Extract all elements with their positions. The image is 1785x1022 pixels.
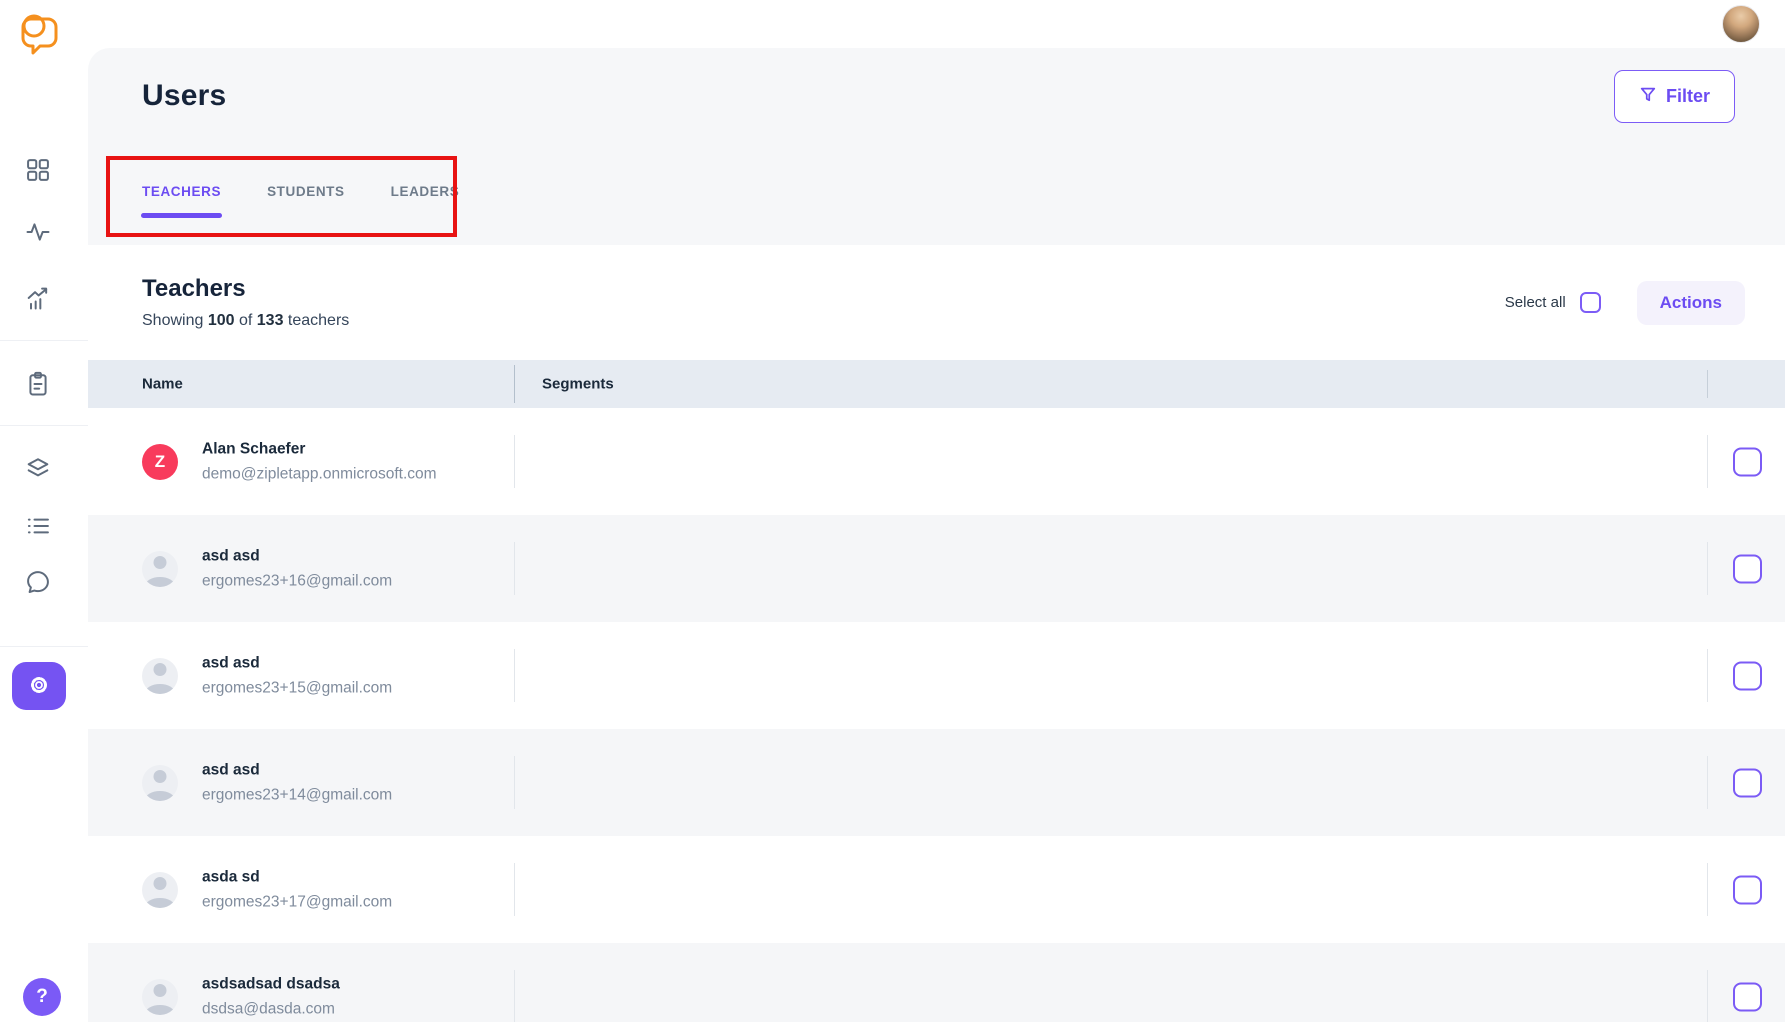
- table-row[interactable]: asd asd ergomes23+14@gmail.com: [88, 729, 1785, 836]
- table-row[interactable]: Z Alan Schaefer demo@zipletapp.onmicroso…: [88, 408, 1785, 515]
- sidebar-divider: [0, 646, 88, 647]
- cell-divider: [1707, 756, 1708, 809]
- content-area: Users Filter TEACHERS STUDENTS LEADERS: [88, 48, 1785, 1022]
- teachers-section: Teachers Showing 100 of 133 teachers Sel…: [88, 245, 1785, 1022]
- user-email: dsdsa@dasda.com: [202, 1000, 340, 1018]
- dashboard-icon[interactable]: [24, 156, 52, 184]
- page-header: Users Filter: [88, 48, 1785, 144]
- sidebar: ?: [0, 0, 88, 1022]
- question-mark-icon: ?: [36, 986, 48, 1008]
- table-row[interactable]: asd asd ergomes23+16@gmail.com: [88, 515, 1785, 622]
- user-info: asd asd ergomes23+16@gmail.com: [202, 547, 392, 590]
- filter-button[interactable]: Filter: [1614, 70, 1735, 123]
- user-email: ergomes23+14@gmail.com: [202, 786, 392, 804]
- row-checkbox[interactable]: [1733, 768, 1762, 797]
- settings-button[interactable]: [12, 662, 66, 710]
- cell-divider: [514, 756, 515, 809]
- table-row[interactable]: asda sd ergomes23+17@gmail.com: [88, 836, 1785, 943]
- cell-divider: [1707, 435, 1708, 488]
- avatar-placeholder-icon: [142, 765, 178, 801]
- user-email: ergomes23+16@gmail.com: [202, 572, 392, 590]
- avatar: Z: [142, 444, 178, 480]
- user-email: ergomes23+17@gmail.com: [202, 893, 392, 911]
- section-title: Teachers: [142, 275, 349, 303]
- cell-divider: [514, 863, 515, 916]
- showing-count-text: Showing 100 of 133 teachers: [142, 312, 349, 330]
- column-divider: [1707, 370, 1708, 398]
- app-window: ? Users Filter TEACHERS: [0, 0, 1785, 1022]
- user-email: ergomes23+15@gmail.com: [202, 679, 392, 697]
- user-name: asd asd: [202, 654, 392, 672]
- user-info: asdsadsad dsadsa dsdsa@dasda.com: [202, 975, 340, 1018]
- tab-students[interactable]: STUDENTS: [267, 184, 345, 199]
- tab-bar: TEACHERS STUDENTS LEADERS: [88, 144, 1785, 238]
- chat-icon[interactable]: [24, 568, 52, 596]
- row-checkbox[interactable]: [1733, 554, 1762, 583]
- row-checkbox[interactable]: [1733, 447, 1762, 476]
- main-area: Users Filter TEACHERS STUDENTS LEADERS: [88, 0, 1785, 1022]
- cell-divider: [514, 970, 515, 1022]
- user-avatar[interactable]: [1722, 5, 1760, 43]
- user-info: asd asd ergomes23+14@gmail.com: [202, 761, 392, 804]
- user-info: asd asd ergomes23+15@gmail.com: [202, 654, 392, 697]
- sidebar-divider: [0, 340, 88, 341]
- select-all-checkbox[interactable]: [1580, 292, 1601, 313]
- cell-divider: [514, 649, 515, 702]
- sidebar-divider: [0, 425, 88, 426]
- filter-button-label: Filter: [1666, 86, 1710, 107]
- cell-divider: [514, 542, 515, 595]
- avatar-placeholder-icon: [142, 658, 178, 694]
- column-divider: [514, 365, 515, 403]
- user-name: asd asd: [202, 547, 392, 565]
- user-info: Alan Schaefer demo@zipletapp.onmicrosoft…: [202, 440, 437, 483]
- user-name: asdsadsad dsadsa: [202, 975, 340, 993]
- column-header-name: Name: [142, 376, 183, 393]
- cell-divider: [1707, 649, 1708, 702]
- row-checkbox[interactable]: [1733, 661, 1762, 690]
- cell-divider: [1707, 970, 1708, 1022]
- table-header: Name Segments: [88, 360, 1785, 408]
- select-all-label: Select all: [1505, 294, 1566, 311]
- filter-funnel-icon: [1639, 85, 1657, 108]
- row-checkbox[interactable]: [1733, 875, 1762, 904]
- user-email: demo@zipletapp.onmicrosoft.com: [202, 465, 437, 483]
- tab-leaders[interactable]: LEADERS: [391, 184, 460, 199]
- page-title: Users: [142, 79, 226, 113]
- actions-button[interactable]: Actions: [1637, 281, 1745, 325]
- ziplet-logo: [16, 10, 62, 56]
- cell-divider: [514, 435, 515, 488]
- cell-divider: [1707, 863, 1708, 916]
- help-button[interactable]: ?: [23, 978, 61, 1016]
- activity-icon[interactable]: [24, 218, 52, 246]
- user-name: asda sd: [202, 868, 392, 886]
- assignments-icon[interactable]: [24, 370, 52, 398]
- lists-icon[interactable]: [24, 512, 52, 540]
- layers-icon[interactable]: [24, 454, 52, 482]
- analytics-icon[interactable]: [24, 284, 52, 312]
- user-name: asd asd: [202, 761, 392, 779]
- topbar: [88, 0, 1785, 48]
- table-row[interactable]: asdsadsad dsadsa dsdsa@dasda.com: [88, 943, 1785, 1022]
- column-header-segments: Segments: [542, 376, 614, 393]
- avatar-placeholder-icon: [142, 979, 178, 1015]
- user-name: Alan Schaefer: [202, 440, 437, 458]
- avatar-placeholder-icon: [142, 872, 178, 908]
- tab-teachers[interactable]: TEACHERS: [142, 184, 221, 199]
- selection-controls: Select all Actions: [1505, 281, 1745, 325]
- table-row[interactable]: asd asd ergomes23+15@gmail.com: [88, 622, 1785, 729]
- cell-divider: [1707, 542, 1708, 595]
- avatar-placeholder-icon: [142, 551, 178, 587]
- teachers-section-header: Teachers Showing 100 of 133 teachers Sel…: [88, 245, 1785, 360]
- gear-icon: [27, 673, 51, 700]
- user-info: asda sd ergomes23+17@gmail.com: [202, 868, 392, 911]
- row-checkbox[interactable]: [1733, 982, 1762, 1011]
